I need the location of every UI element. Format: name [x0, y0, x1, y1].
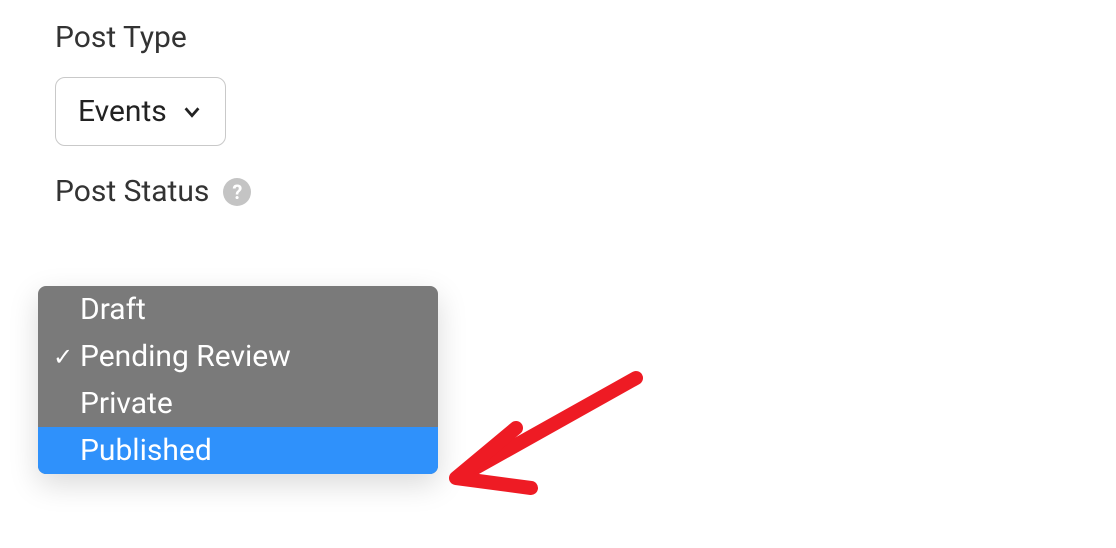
dropdown-option[interactable]: Draft — [38, 286, 438, 333]
dropdown-option-label: Pending Review — [80, 339, 291, 374]
arrow-head — [456, 428, 531, 488]
post-status-label: Post Status — [55, 174, 209, 209]
post-status-label-row: Post Status ? — [55, 174, 1061, 209]
post-status-dropdown[interactable]: Draft✓Pending ReviewPrivatePublished — [38, 286, 438, 474]
annotation-arrow — [436, 368, 656, 508]
help-icon[interactable]: ? — [223, 178, 251, 206]
arrow-shaft — [461, 378, 636, 476]
post-type-field: Post Type Events — [55, 20, 1061, 146]
post-status-field: Post Status ? — [55, 174, 1061, 209]
dropdown-option[interactable]: Private — [38, 380, 438, 427]
post-type-select[interactable]: Events — [55, 77, 226, 146]
dropdown-option-label: Draft — [80, 292, 146, 327]
chevron-down-icon — [181, 101, 203, 123]
post-type-selected-value: Events — [78, 94, 167, 129]
dropdown-option[interactable]: ✓Pending Review — [38, 333, 438, 380]
dropdown-option-label: Published — [80, 433, 212, 468]
check-icon: ✓ — [52, 343, 74, 371]
dropdown-option[interactable]: Published — [38, 427, 438, 474]
dropdown-option-label: Private — [80, 386, 173, 421]
post-type-label: Post Type — [55, 20, 1061, 55]
